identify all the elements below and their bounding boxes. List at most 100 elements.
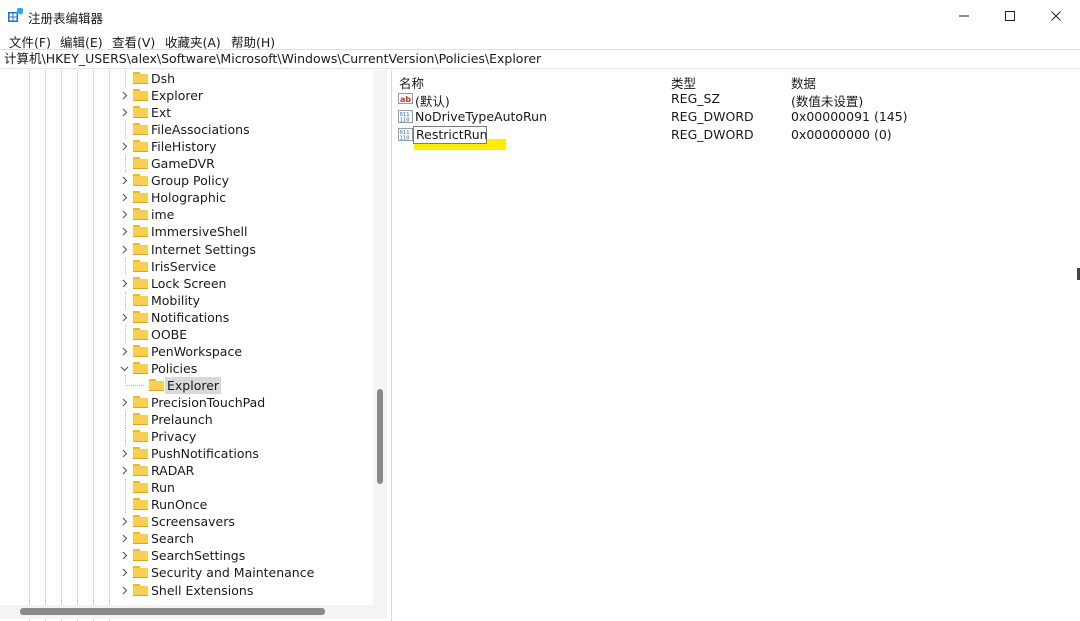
chevron-right-icon[interactable] <box>120 312 129 323</box>
maximize-button[interactable] <box>987 0 1033 31</box>
tree-item[interactable]: SearchSettings <box>0 547 372 564</box>
tree-item[interactable]: Security and Maintenance <box>0 564 372 581</box>
tree-item[interactable]: PrecisionTouchPad <box>0 394 372 411</box>
chevron-right-icon[interactable] <box>120 397 129 408</box>
tree-item[interactable]: RADAR <box>0 462 372 479</box>
tree-guide-line <box>125 70 126 87</box>
tree-item[interactable]: ime <box>0 206 372 223</box>
tree-item[interactable]: IrisService <box>0 257 372 275</box>
chevron-right-icon[interactable] <box>120 175 129 186</box>
rename-field[interactable]: RestrictRun <box>413 126 488 144</box>
folder-icon <box>133 481 148 494</box>
svg-text:ab: ab <box>400 95 411 104</box>
minimize-button[interactable] <box>941 0 987 31</box>
tree-item[interactable]: Screensavers <box>0 513 372 530</box>
value-type: REG_DWORD <box>671 127 754 142</box>
svg-text:110: 110 <box>400 136 410 142</box>
tree-item-label: FileHistory <box>151 139 217 155</box>
tree-item[interactable]: FileAssociations <box>0 121 372 139</box>
tree-item[interactable]: Mobility <box>0 291 372 309</box>
value-row[interactable]: ab (默认) REG_SZ (数值未设置) <box>395 90 1080 109</box>
tree-item-label: RADAR <box>151 463 195 479</box>
chevron-right-icon[interactable] <box>120 448 129 459</box>
tree-vertical-scrollbar[interactable] <box>373 70 387 605</box>
tree-item[interactable]: Run <box>0 479 372 497</box>
value-list[interactable]: 名称 类型 数据 ab (默认) REG_SZ (数值未设置) 011 110 NoDriv… <box>395 70 1080 621</box>
tree-item[interactable]: OOBE <box>0 325 372 343</box>
folder-icon <box>133 106 148 119</box>
folder-icon <box>133 430 148 443</box>
chevron-down-icon[interactable] <box>120 363 129 374</box>
tree-item-label: PenWorkspace <box>151 343 243 359</box>
chevron-right-icon[interactable] <box>120 585 129 596</box>
tree-item[interactable]: Explorer <box>0 87 372 104</box>
tree-item[interactable]: Prelaunch <box>0 411 372 428</box>
chevron-right-icon[interactable] <box>120 278 129 289</box>
tree-item[interactable]: Policies <box>0 360 372 377</box>
close-button[interactable] <box>1033 0 1079 31</box>
tree-horizontal-scroll-thumb[interactable] <box>20 608 325 615</box>
tree-item-label: Search <box>151 531 194 547</box>
binary-value-icon: 011 110 <box>398 109 413 124</box>
value-row[interactable]: 011 110 RestrictRun REG_DWORD 0x00000000 (0) <box>395 126 1080 144</box>
tree-item[interactable]: FileHistory <box>0 138 372 155</box>
close-icon <box>1051 10 1061 21</box>
minimize-icon <box>959 15 969 16</box>
key-tree[interactable]: Dsh Explorer Ext FileAssociations FileHistor… <box>0 70 387 621</box>
tree-item[interactable]: Search <box>0 530 372 547</box>
tree-guide-line <box>125 291 126 309</box>
chevron-right-icon[interactable] <box>120 346 129 357</box>
chevron-right-icon[interactable] <box>120 516 129 527</box>
tree-item[interactable]: Privacy <box>0 428 372 446</box>
tree-item[interactable]: PushNotifications <box>0 445 372 462</box>
chevron-right-icon[interactable] <box>120 244 129 255</box>
folder-icon <box>133 123 148 136</box>
tree-item[interactable]: Holographic <box>0 189 372 206</box>
chevron-right-icon[interactable] <box>120 550 129 561</box>
tree-horizontal-scrollbar[interactable] <box>0 605 387 619</box>
folder-icon <box>133 515 148 528</box>
tree-item[interactable]: Group Policy <box>0 172 372 189</box>
chevron-right-icon[interactable] <box>120 90 129 101</box>
folder-icon <box>133 174 148 187</box>
tree-item[interactable]: Shell Extensions <box>0 582 372 599</box>
tree-item[interactable]: Ext <box>0 104 372 121</box>
folder-icon <box>133 225 148 238</box>
tree-item[interactable]: RunOnce <box>0 496 372 514</box>
tree-item-label: Mobility <box>151 292 201 308</box>
tree-vertical-scroll-thumb[interactable] <box>377 389 383 484</box>
title-bar: 注册表编辑器 <box>0 0 1080 31</box>
tree-item-label: Prelaunch <box>151 412 213 427</box>
folder-icon <box>133 447 148 460</box>
tree-item[interactable]: Dsh <box>0 70 372 87</box>
value-row[interactable]: 011 110 NoDriveTypeAutoRun REG_DWORD 0x00000… <box>395 108 1080 126</box>
tree-guide-line <box>125 155 126 173</box>
chevron-right-icon[interactable] <box>120 107 129 118</box>
address-bar[interactable]: 计算机\HKEY_USERS\alex\Software\Microsoft\W… <box>0 49 1080 69</box>
folder-icon <box>149 378 164 391</box>
tree-item-label: Dsh <box>151 71 176 86</box>
chevron-right-icon[interactable] <box>120 141 129 152</box>
tree-item-label: Group Policy <box>151 173 229 189</box>
tree-item[interactable]: Internet Settings <box>0 241 372 258</box>
tree-item[interactable]: Lock Screen <box>0 275 372 292</box>
tree-item-label: Shell Extensions <box>151 582 254 598</box>
tree-item[interactable]: ImmersiveShell <box>0 223 372 240</box>
tree-item-label: PrecisionTouchPad <box>151 394 266 410</box>
chevron-right-icon[interactable] <box>120 226 129 237</box>
tree-item-label: Lock Screen <box>151 275 227 291</box>
folder-icon <box>133 498 148 511</box>
tree-item[interactable]: GameDVR <box>0 155 372 173</box>
menu-bar: 文件(F) 编辑(E) 查看(V) 收藏夹(A) 帮助(H) <box>0 31 1080 50</box>
chevron-right-icon[interactable] <box>120 533 129 544</box>
chevron-right-icon[interactable] <box>120 192 129 203</box>
chevron-right-icon[interactable] <box>120 465 129 476</box>
tree-guide-line <box>125 325 126 343</box>
tree-item[interactable]: PenWorkspace <box>0 343 372 360</box>
chevron-right-icon[interactable] <box>120 209 129 220</box>
tree-item[interactable]: Explorer <box>0 374 372 394</box>
folder-icon <box>133 293 148 306</box>
tree-item[interactable]: Notifications <box>0 309 372 326</box>
chevron-right-icon[interactable] <box>120 567 129 578</box>
tree-item-label: Run <box>151 480 175 496</box>
